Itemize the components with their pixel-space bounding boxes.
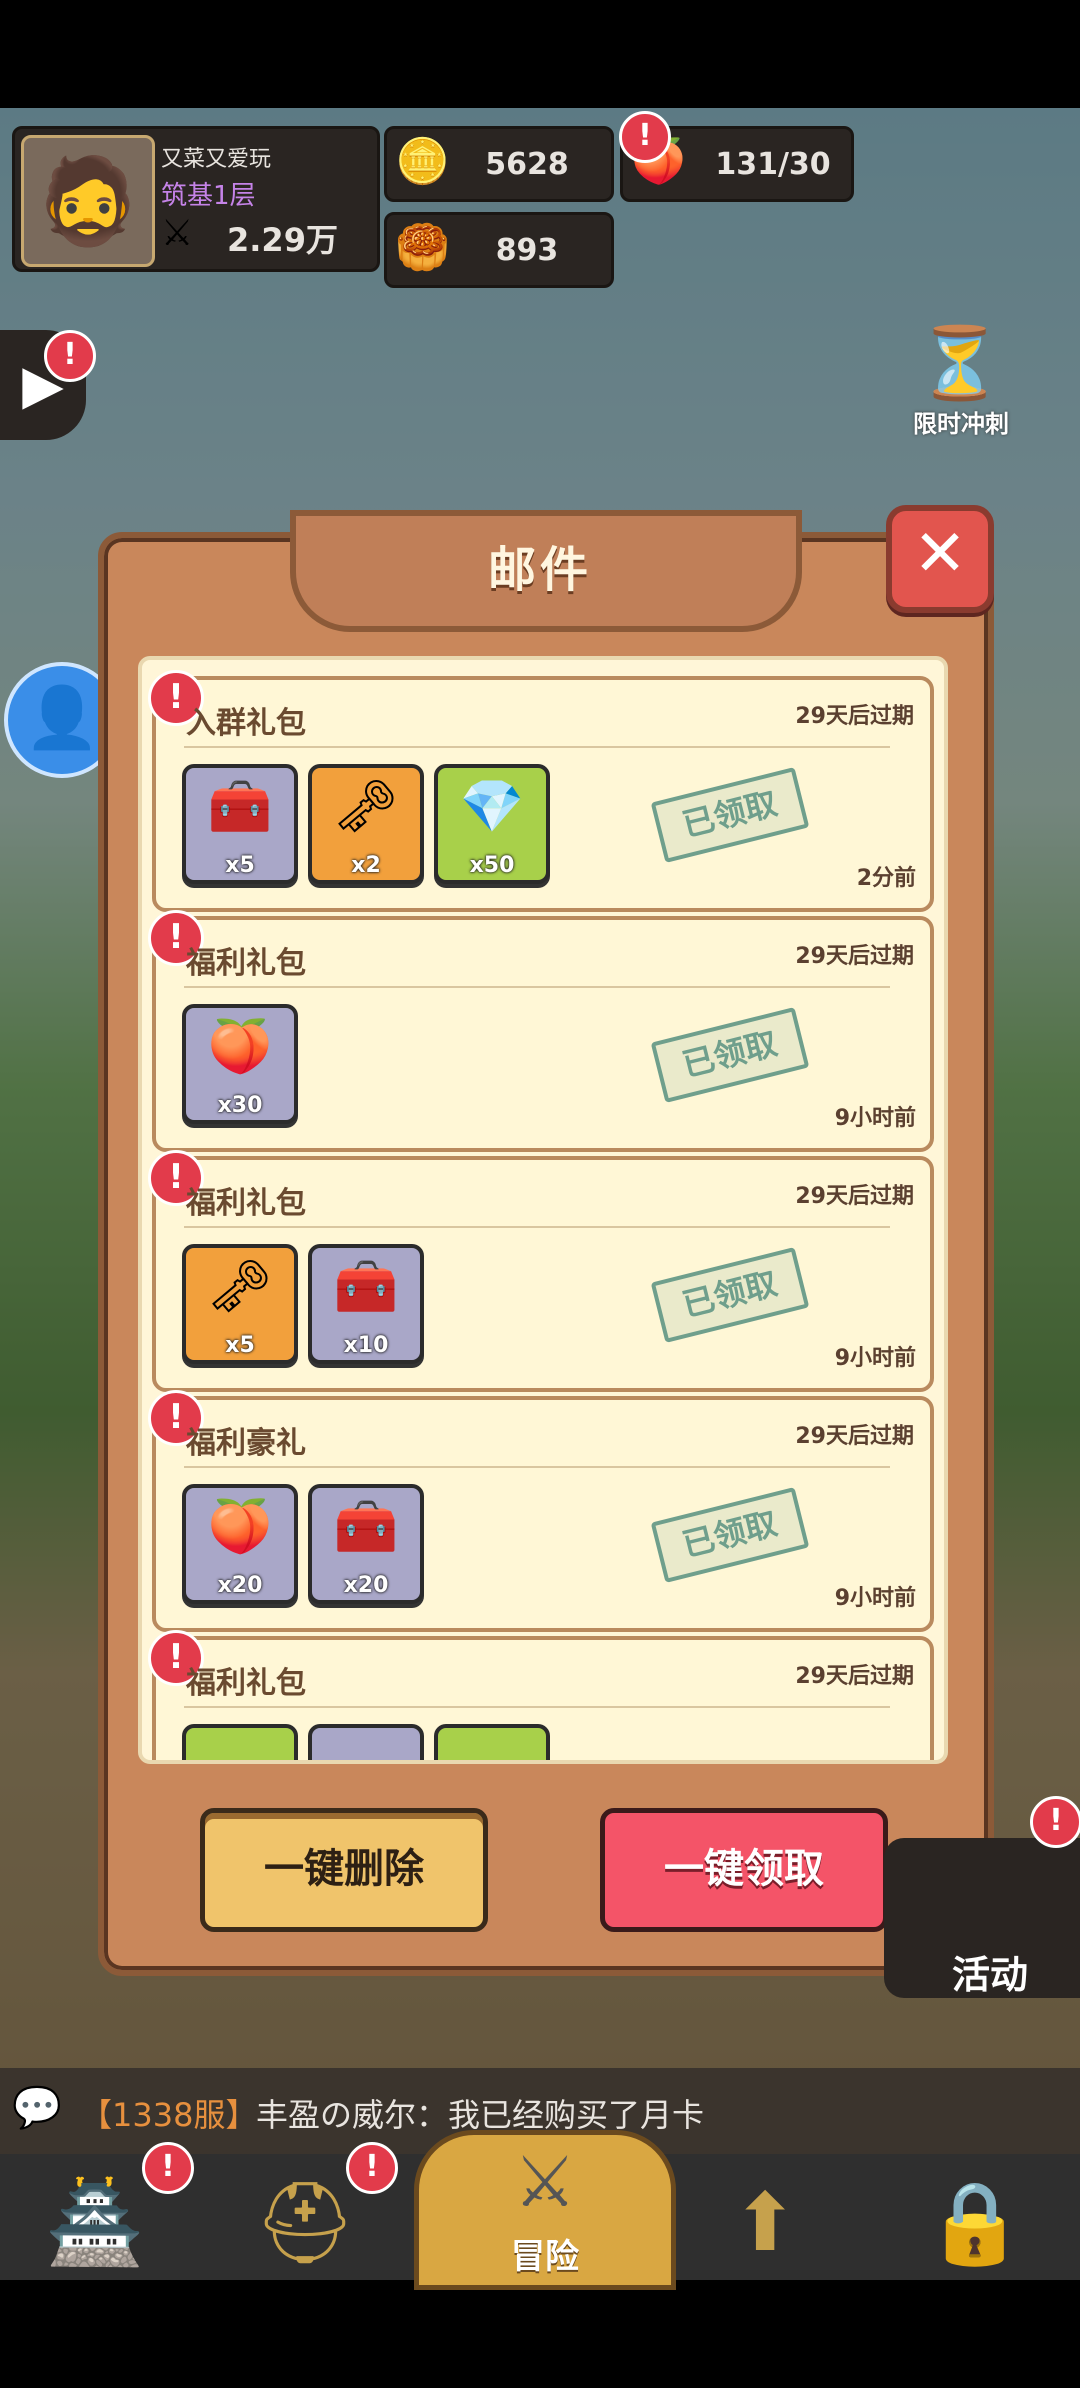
upgrade-arrow-icon[interactable]: ⬆ xyxy=(690,2168,840,2278)
nav-alert-badge: ! xyxy=(142,2142,194,2194)
delete-all-button[interactable]: 一键删除 xyxy=(200,1808,488,1932)
treasure-chest-icon: 🧰 xyxy=(207,777,273,837)
coin-counter[interactable]: 🥮 893 xyxy=(384,212,614,288)
bottom-nav: 🏯 ! ⛑ ! ⚔ 冒险 ⬆ 🔒 xyxy=(0,2130,1080,2290)
reward-item[interactable]: 💎 x50 xyxy=(434,764,550,884)
peach-icon: 🍑 xyxy=(207,1497,273,1557)
item-qty: x10 xyxy=(343,1333,389,1358)
power-icon: ⚔ xyxy=(161,213,194,254)
peach-icon: 🍑 xyxy=(207,1017,273,1077)
claimed-stamp: 已领取 xyxy=(650,1007,810,1103)
mail-expire: 29天后过期 xyxy=(795,944,914,969)
mail-expire: 29天后过期 xyxy=(795,704,914,729)
claim-all-button[interactable]: 一键领取 xyxy=(600,1808,888,1932)
mail-time: 9小时前 xyxy=(834,1106,916,1131)
mail-divider xyxy=(184,1706,890,1708)
mail-item[interactable]: ! 福利礼包 29天后过期 xyxy=(148,1630,934,1760)
gold-ingot-icon: 🪙 xyxy=(395,136,450,187)
gold-counter[interactable]: 🪙 5628 xyxy=(384,126,614,202)
peach-counter[interactable]: 🍑 131/30 ! xyxy=(619,111,854,202)
player-name: 又菜又爱玩 xyxy=(161,147,272,172)
mail-list[interactable]: ! 入群礼包 29天后过期 🧰 x5 🗝 x2 💎 x50 已领取 2分前 ! 福利礼… xyxy=(138,656,948,1764)
coin-value: 893 xyxy=(495,233,559,268)
power-value: 2.29万 xyxy=(227,221,338,259)
claimed-stamp: 已领取 xyxy=(650,1487,810,1583)
mail-time: 9小时前 xyxy=(834,1586,916,1611)
player-card[interactable]: 🧔 又菜又爱玩 筑基1层 ⚔ 2.29万 xyxy=(12,126,380,272)
mail-expire: 29天后过期 xyxy=(795,1184,914,1209)
mail-divider xyxy=(184,1466,890,1468)
mail-item[interactable]: ! 福利豪礼 29天后过期 🍑 x20 🧰 x20 已领取 9小时前 xyxy=(148,1390,934,1632)
video-alert-badge: ! xyxy=(44,330,96,382)
mail-title: 福利礼包 xyxy=(186,1666,306,1701)
mail-title: 福利豪礼 xyxy=(186,1426,306,1461)
mail-time: 9小时前 xyxy=(834,1346,916,1371)
reward-item[interactable]: 🗝 x2 xyxy=(308,764,424,884)
player-avatar[interactable]: 🧔 xyxy=(21,135,155,267)
chat-server: 【1338服】 xyxy=(80,2096,258,2134)
mail-item[interactable]: ! 福利礼包 29天后过期 🗝 x5 🧰 x10 已领取 9小时前 xyxy=(148,1150,934,1392)
treasure-chest-icon: 🧰 xyxy=(333,1497,399,1557)
mail-time: 2分前 xyxy=(856,866,916,891)
mail-divider xyxy=(184,746,890,748)
time-limit-label: 限时冲刺 xyxy=(913,410,1009,438)
mail-divider xyxy=(184,1226,890,1228)
item-qty: x30 xyxy=(217,1093,263,1118)
close-icon: ✕ xyxy=(913,517,967,591)
blue-crystal-icon: 💎 xyxy=(459,777,525,837)
mail-expire: 29天后过期 xyxy=(795,1424,914,1449)
reward-item[interactable] xyxy=(434,1724,550,1760)
adventure-tab[interactable]: ⚔ 冒险 xyxy=(414,2130,676,2290)
mail-title: 入群礼包 xyxy=(186,706,306,741)
mail-expire: 29天后过期 xyxy=(795,1664,914,1689)
nav-alert-badge: ! xyxy=(346,2142,398,2194)
item-qty: x20 xyxy=(343,1573,389,1598)
reward-item[interactable]: 🗝 x5 xyxy=(182,1244,298,1364)
mail-title: 福利礼包 xyxy=(186,1186,306,1221)
copper-coin-icon: 🥮 xyxy=(395,222,450,273)
item-qty: x5 xyxy=(225,1333,255,1358)
reward-item[interactable]: 🍑 x30 xyxy=(182,1004,298,1124)
claimed-stamp: 已领取 xyxy=(650,767,810,863)
item-qty: x20 xyxy=(217,1573,263,1598)
gold-value: 5628 xyxy=(485,147,569,182)
dialog-title: 邮件 xyxy=(487,542,592,598)
mail-divider xyxy=(184,986,890,988)
crossed-swords-icon: ⚔ xyxy=(513,2141,577,2223)
item-qty: x5 xyxy=(225,853,255,878)
reward-item[interactable]: 🧰 x5 xyxy=(182,764,298,884)
item-qty: x50 xyxy=(469,853,515,878)
claimed-stamp: 已领取 xyxy=(650,1247,810,1343)
treasure-chest-icon: 🧰 xyxy=(333,1257,399,1317)
mail-title: 福利礼包 xyxy=(186,946,306,981)
item-qty: x2 xyxy=(351,853,381,878)
activity-label: 活动 xyxy=(951,1953,1028,1997)
locked-slot-icon[interactable]: 🔒 xyxy=(900,2168,1050,2278)
golden-key-icon: 🗝 xyxy=(332,777,399,837)
reward-item[interactable]: 🍑 x20 xyxy=(182,1484,298,1604)
reward-item[interactable]: 🧰 x20 xyxy=(308,1484,424,1604)
reward-item[interactable] xyxy=(182,1724,298,1760)
peach-alert-badge: ! xyxy=(619,111,671,163)
mail-item[interactable]: ! 入群礼包 29天后过期 🧰 x5 🗝 x2 💎 x50 已领取 2分前 xyxy=(148,670,934,912)
reward-item[interactable]: 🧰 x10 xyxy=(308,1244,424,1364)
player-rank: 筑基1层 xyxy=(161,181,256,211)
peach-value: 131/30 xyxy=(715,147,831,182)
mail-item[interactable]: ! 福利礼包 29天后过期 🍑 x30 已领取 9小时前 xyxy=(148,910,934,1152)
adventure-label: 冒险 xyxy=(511,2237,579,2277)
activity-alert-badge: ! xyxy=(1030,1796,1080,1848)
reward-item[interactable] xyxy=(308,1724,424,1760)
chat-bubble-icon: 💬 xyxy=(12,2085,62,2131)
golden-key-icon: 🗝 xyxy=(206,1257,273,1317)
close-button[interactable]: ✕ xyxy=(886,505,994,613)
